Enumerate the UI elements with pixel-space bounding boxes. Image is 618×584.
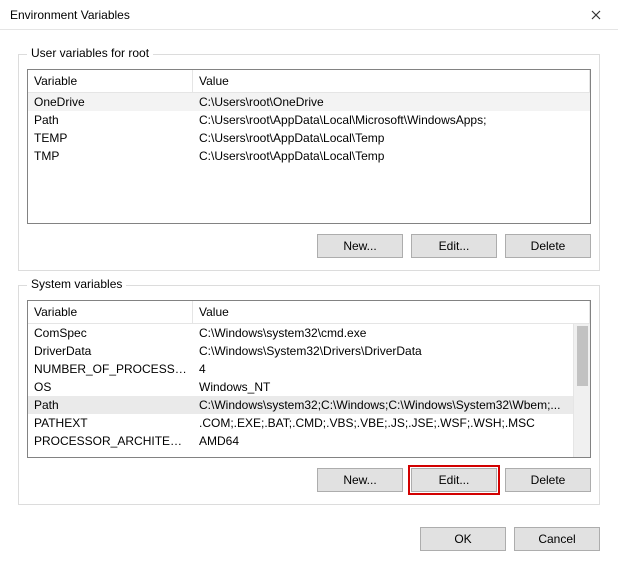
- table-row[interactable]: TEMP C:\Users\root\AppData\Local\Temp: [28, 129, 590, 147]
- column-value[interactable]: Value: [193, 301, 590, 323]
- table-row[interactable]: DriverData C:\Windows\System32\Drivers\D…: [28, 342, 573, 360]
- system-new-button[interactable]: New...: [317, 468, 403, 492]
- close-icon[interactable]: [573, 0, 618, 30]
- table-row[interactable]: ComSpec C:\Windows\system32\cmd.exe: [28, 324, 573, 342]
- cell-value: C:\Windows\system32;C:\Windows;C:\Window…: [193, 396, 573, 414]
- cell-value: C:\Windows\System32\Drivers\DriverData: [193, 342, 573, 360]
- cell-variable: PATHEXT: [28, 414, 193, 432]
- cell-variable: PROCESSOR_ARCHITECTURE: [28, 432, 193, 450]
- cell-variable: Path: [28, 111, 193, 129]
- column-variable[interactable]: Variable: [28, 301, 193, 323]
- table-row[interactable]: Path C:\Windows\system32;C:\Windows;C:\W…: [28, 396, 573, 414]
- system-delete-button[interactable]: Delete: [505, 468, 591, 492]
- table-row[interactable]: OS Windows_NT: [28, 378, 573, 396]
- cell-variable: OneDrive: [28, 93, 193, 111]
- table-header: Variable Value: [28, 70, 590, 93]
- column-value[interactable]: Value: [193, 70, 590, 92]
- user-new-button[interactable]: New...: [317, 234, 403, 258]
- user-delete-button[interactable]: Delete: [505, 234, 591, 258]
- cell-value: C:\Users\root\OneDrive: [193, 93, 590, 111]
- cell-variable: Path: [28, 396, 193, 414]
- system-variables-group: System variables Variable Value ComSpec …: [18, 285, 600, 505]
- scroll-thumb[interactable]: [577, 326, 588, 386]
- table-header: Variable Value: [28, 301, 590, 324]
- titlebar: Environment Variables: [0, 0, 618, 30]
- cell-value: 4: [193, 360, 573, 378]
- table-row[interactable]: Path C:\Users\root\AppData\Local\Microso…: [28, 111, 590, 129]
- cell-value: C:\Users\root\AppData\Local\Temp: [193, 129, 590, 147]
- user-variables-legend: User variables for root: [27, 46, 153, 60]
- cell-variable: DriverData: [28, 342, 193, 360]
- table-row[interactable]: PATHEXT .COM;.EXE;.BAT;.CMD;.VBS;.VBE;.J…: [28, 414, 573, 432]
- table-row[interactable]: NUMBER_OF_PROCESSORS 4: [28, 360, 573, 378]
- cell-variable: TEMP: [28, 129, 193, 147]
- cell-value: Windows_NT: [193, 378, 573, 396]
- system-edit-button[interactable]: Edit...: [411, 468, 497, 492]
- column-variable[interactable]: Variable: [28, 70, 193, 92]
- cell-value: AMD64: [193, 432, 573, 450]
- cell-variable: OS: [28, 378, 193, 396]
- table-row[interactable]: TMP C:\Users\root\AppData\Local\Temp: [28, 147, 590, 165]
- table-row[interactable]: PROCESSOR_ARCHITECTURE AMD64: [28, 432, 573, 450]
- cell-variable: NUMBER_OF_PROCESSORS: [28, 360, 193, 378]
- user-variables-table[interactable]: Variable Value OneDrive C:\Users\root\On…: [27, 69, 591, 224]
- cell-value: .COM;.EXE;.BAT;.CMD;.VBS;.VBE;.JS;.JSE;.…: [193, 414, 573, 432]
- user-variables-group: User variables for root Variable Value O…: [18, 54, 600, 271]
- system-variables-legend: System variables: [27, 277, 126, 291]
- cell-variable: ComSpec: [28, 324, 193, 342]
- cell-value: C:\Windows\system32\cmd.exe: [193, 324, 573, 342]
- cell-value: C:\Users\root\AppData\Local\Microsoft\Wi…: [193, 111, 590, 129]
- cell-value: C:\Users\root\AppData\Local\Temp: [193, 147, 590, 165]
- cell-variable: TMP: [28, 147, 193, 165]
- cancel-button[interactable]: Cancel: [514, 527, 600, 551]
- scrollbar[interactable]: [573, 324, 590, 457]
- table-row[interactable]: OneDrive C:\Users\root\OneDrive: [28, 93, 590, 111]
- ok-button[interactable]: OK: [420, 527, 506, 551]
- system-variables-table[interactable]: Variable Value ComSpec C:\Windows\system…: [27, 300, 591, 458]
- user-edit-button[interactable]: Edit...: [411, 234, 497, 258]
- window-title: Environment Variables: [10, 8, 130, 22]
